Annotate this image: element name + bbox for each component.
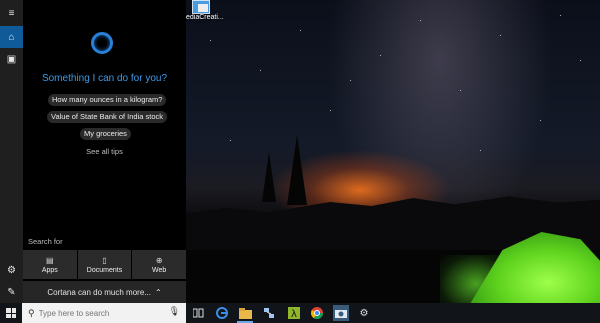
more-label: Cortana can do much more... <box>47 287 151 297</box>
edge-icon[interactable] <box>214 305 230 321</box>
taskbar: ⚲ 🎙 λ ⚙ <box>0 303 600 323</box>
cortana-ring-icon <box>91 32 113 54</box>
camera-app-icon[interactable] <box>333 305 349 321</box>
network-app-icon[interactable] <box>261 305 277 321</box>
suggestion-chip[interactable]: How many ounces in a kilogram? <box>48 94 167 106</box>
settings-icon[interactable]: ⚙ <box>0 259 23 281</box>
settings-icon[interactable]: ⚙ <box>356 305 372 321</box>
search-icon: ⚲ <box>28 307 35 318</box>
file-explorer-icon[interactable] <box>237 305 253 323</box>
shortcut-overlay-icon <box>198 4 208 12</box>
cortana-nav-strip: ≡ ⌂ ▣ ⚙ ✎ <box>0 0 23 303</box>
windows-logo-icon <box>6 308 16 318</box>
category-web-button[interactable]: ⊕ Web <box>132 250 187 279</box>
cortana-panel: Something I can do for you? How many oun… <box>23 0 187 303</box>
start-button[interactable] <box>0 303 22 323</box>
cortana-prompt: Something I can do for you? <box>41 73 168 84</box>
search-input[interactable] <box>38 308 159 318</box>
category-apps-button[interactable]: ▤ Apps <box>23 250 77 279</box>
taskbar-search-box[interactable]: ⚲ 🎙 <box>22 303 186 323</box>
hamburger-menu-icon[interactable]: ≡ <box>0 2 23 24</box>
tree-silhouette <box>287 135 307 205</box>
cortana-more-button[interactable]: Cortana can do much more... ⌃ <box>23 281 186 303</box>
category-label: Documents <box>86 266 123 274</box>
chrome-icon[interactable] <box>309 305 325 321</box>
feedback-icon[interactable]: ✎ <box>0 281 23 303</box>
desktop-shortcut[interactable]: ediaCreati... <box>186 0 230 26</box>
home-icon[interactable]: ⌂ <box>0 26 23 48</box>
chevron-up-icon: ⌃ <box>154 287 162 297</box>
svg-text:λ: λ <box>291 309 297 319</box>
tree-silhouette <box>262 152 276 202</box>
task-view-icon[interactable] <box>190 305 206 321</box>
suggestion-chip[interactable]: My groceries <box>80 128 131 140</box>
shortcut-label: ediaCreati... <box>186 14 224 21</box>
apps-icon: ▤ <box>46 255 54 265</box>
category-label: Web <box>152 266 167 274</box>
document-icon: ▯ <box>102 255 107 265</box>
suggestion-chip[interactable]: Value of State Bank of India stock <box>47 111 168 123</box>
microphone-icon[interactable]: 🎙 <box>169 306 180 317</box>
search-categories: ▤ Apps ▯ Documents ⊕ Web <box>23 250 187 279</box>
see-all-tips-link[interactable]: See all tips <box>23 147 186 156</box>
globe-icon: ⊕ <box>155 255 163 265</box>
lambda-app-icon[interactable]: λ <box>286 305 302 321</box>
search-for-label: Search for <box>28 237 63 246</box>
category-label: Apps <box>41 266 58 274</box>
notebook-icon[interactable]: ▣ <box>0 48 23 70</box>
category-documents-button[interactable]: ▯ Documents <box>77 250 132 279</box>
